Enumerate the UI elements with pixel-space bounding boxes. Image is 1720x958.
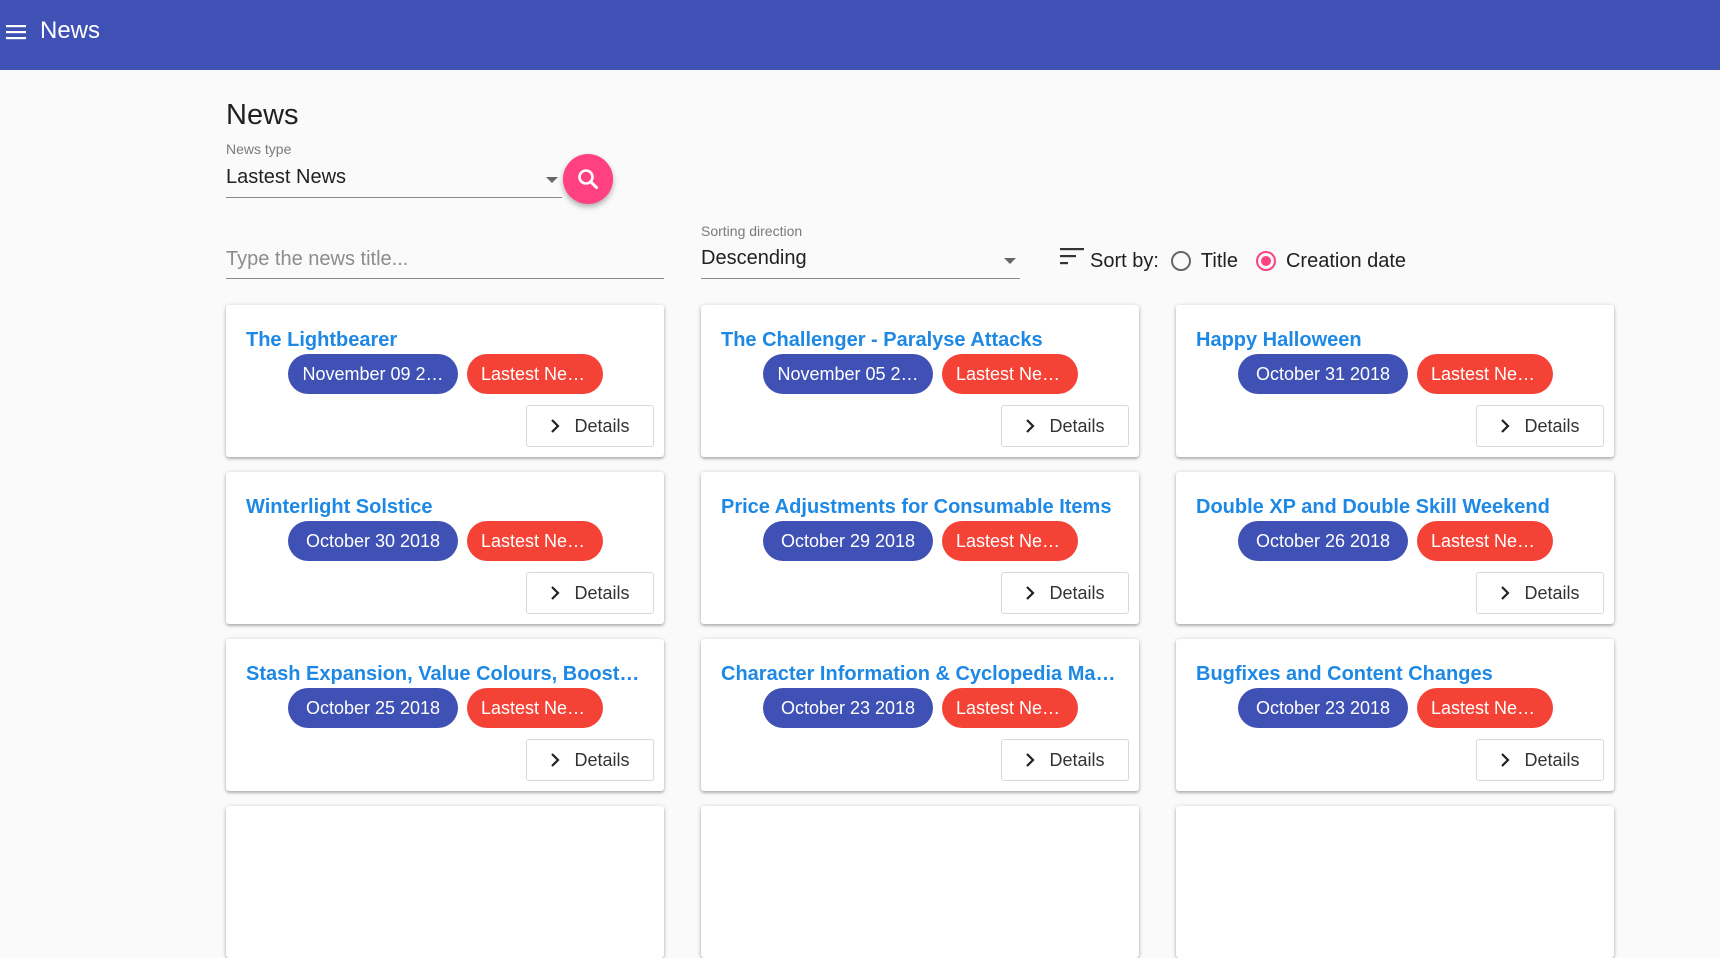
news-card: Character Information & Cyclopedia Ma… O… [701,639,1139,791]
date-chip: November 05 2… [763,354,933,394]
news-title-link[interactable]: Price Adjustments for Consumable Items [721,496,1121,519]
search-icon [578,169,598,189]
details-button[interactable]: Details [1476,572,1604,614]
details-button[interactable]: Details [526,572,654,614]
news-type-chip: Lastest News [942,688,1078,728]
news-card-partial [1176,806,1614,958]
details-label: Details [1049,749,1105,770]
news-type-chip: Lastest News [942,354,1078,394]
app-bar-title: News [40,17,101,44]
details-label: Details [1049,415,1105,436]
details-label: Details [1524,582,1580,603]
news-title-link[interactable]: Winterlight Solstice [246,496,646,519]
search-button[interactable] [563,154,613,204]
news-card: Price Adjustments for Consumable Items O… [701,472,1139,624]
details-label: Details [1524,415,1580,436]
chevron-down-icon [1004,258,1016,264]
sort-option-label: Title [1200,249,1238,272]
details-button[interactable]: Details [1476,739,1604,781]
sorting-direction-select[interactable]: Descending [701,242,1020,279]
chevron-right-icon [1501,586,1511,600]
date-chip: October 29 2018 [763,521,933,561]
app-bar: News [0,0,1720,70]
news-type-value: Lastest News [226,166,347,188]
news-card: Stash Expansion, Value Colours, Boost… O… [226,639,664,791]
news-title-link[interactable]: Stash Expansion, Value Colours, Boost… [246,663,646,686]
chevron-right-icon [1026,419,1036,433]
sort-by-creation-date-radio[interactable]: Creation date [1255,249,1407,273]
news-type-chip: Lastest News [942,521,1078,561]
sort-by-title-radio[interactable]: Title [1170,249,1238,273]
details-button[interactable]: Details [526,405,654,447]
news-type-chip: Lastest News [1417,354,1553,394]
news-card: The Lightbearer November 09 2… Lastest N… [226,305,664,457]
news-type-chip: Lastest News [467,521,603,561]
news-title-link[interactable]: Happy Halloween [1196,329,1596,352]
details-button[interactable]: Details [1001,572,1129,614]
news-card: Happy Halloween October 31 2018 Lastest … [1176,305,1614,457]
news-title-link[interactable]: Bugfixes and Content Changes [1196,663,1596,686]
date-chip: October 30 2018 [288,521,458,561]
news-card: The Challenger - Paralyse Attacks Novemb… [701,305,1139,457]
date-chip: October 23 2018 [763,688,933,728]
details-label: Details [574,582,630,603]
chevron-right-icon [1026,753,1036,767]
chevron-right-icon [1026,586,1036,600]
details-label: Details [574,749,630,770]
news-card: Double XP and Double Skill Weekend Octob… [1176,472,1614,624]
news-title-link[interactable]: The Challenger - Paralyse Attacks [721,329,1121,352]
sorting-direction-value: Descending [701,247,807,269]
date-chip: October 31 2018 [1238,354,1408,394]
date-chip: October 23 2018 [1238,688,1408,728]
radio-unchecked-icon[interactable] [1170,251,1191,271]
details-label: Details [1524,749,1580,770]
news-type-chip: Lastest News [1417,688,1553,728]
chevron-right-icon [551,586,561,600]
news-type-label: News type [226,141,292,157]
news-card-partial [701,806,1139,958]
sorting-direction-label: Sorting direction [701,223,803,239]
chevron-right-icon [551,753,561,767]
sort-icon [1060,248,1084,265]
news-type-chip: Lastest News [467,354,603,394]
details-button[interactable]: Details [1001,739,1129,781]
date-chip: October 25 2018 [288,688,458,728]
chevron-right-icon [1501,419,1511,433]
sort-by-label: Sort by: [1090,249,1159,272]
news-type-select[interactable]: Lastest News [226,160,562,198]
details-button[interactable]: Details [1001,405,1129,447]
news-type-chip: Lastest News [1417,521,1553,561]
details-label: Details [1049,582,1105,603]
news-type-chip: Lastest News [467,688,603,728]
chevron-down-icon [546,177,558,183]
date-chip: November 09 2… [288,354,458,394]
radio-checked-icon[interactable] [1255,251,1276,271]
sort-option-label: Creation date [1285,249,1407,272]
chevron-right-icon [551,419,561,433]
news-title-link[interactable]: Character Information & Cyclopedia Ma… [721,663,1121,686]
page-title: News [226,99,299,131]
date-chip: October 26 2018 [1238,521,1408,561]
menu-icon[interactable] [4,20,28,44]
news-title-link[interactable]: The Lightbearer [246,329,646,352]
news-title-search-input[interactable] [226,240,664,279]
news-title-link[interactable]: Double XP and Double Skill Weekend [1196,496,1596,519]
news-card-partial [226,806,664,958]
details-button[interactable]: Details [1476,405,1604,447]
details-button[interactable]: Details [526,739,654,781]
details-label: Details [574,415,630,436]
news-card: Bugfixes and Content Changes October 23 … [1176,639,1614,791]
chevron-right-icon [1501,753,1511,767]
news-card: Winterlight Solstice October 30 2018 Las… [226,472,664,624]
sort-by-group: Sort by: Title Creation date [1060,244,1406,278]
